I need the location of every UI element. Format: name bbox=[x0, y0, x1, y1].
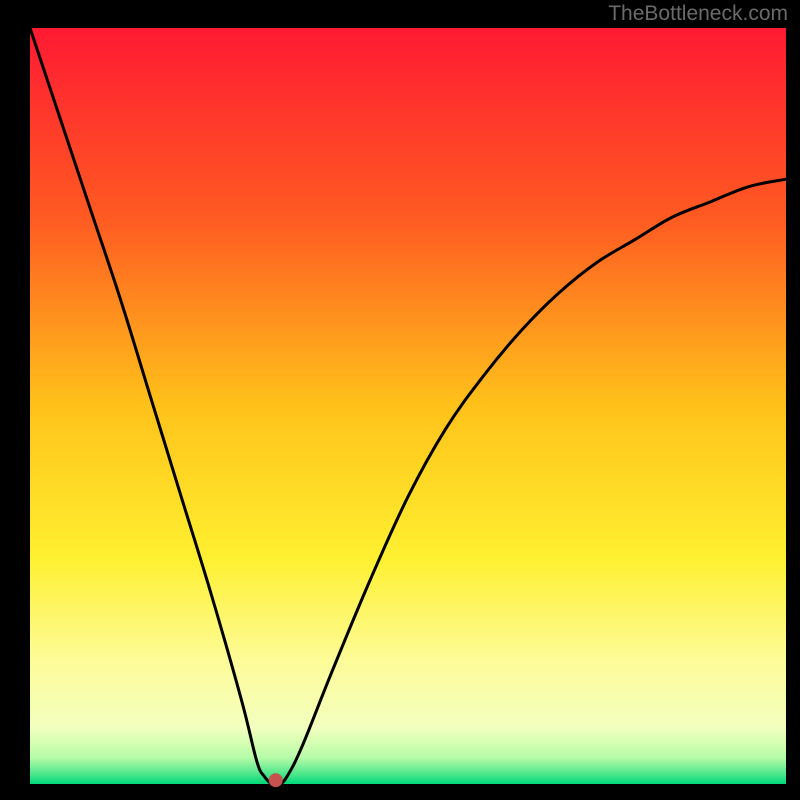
optimum-marker bbox=[269, 773, 283, 787]
bottleneck-chart bbox=[0, 0, 800, 800]
plot-background bbox=[30, 28, 786, 784]
chart-frame: TheBottleneck.com bbox=[0, 0, 800, 800]
